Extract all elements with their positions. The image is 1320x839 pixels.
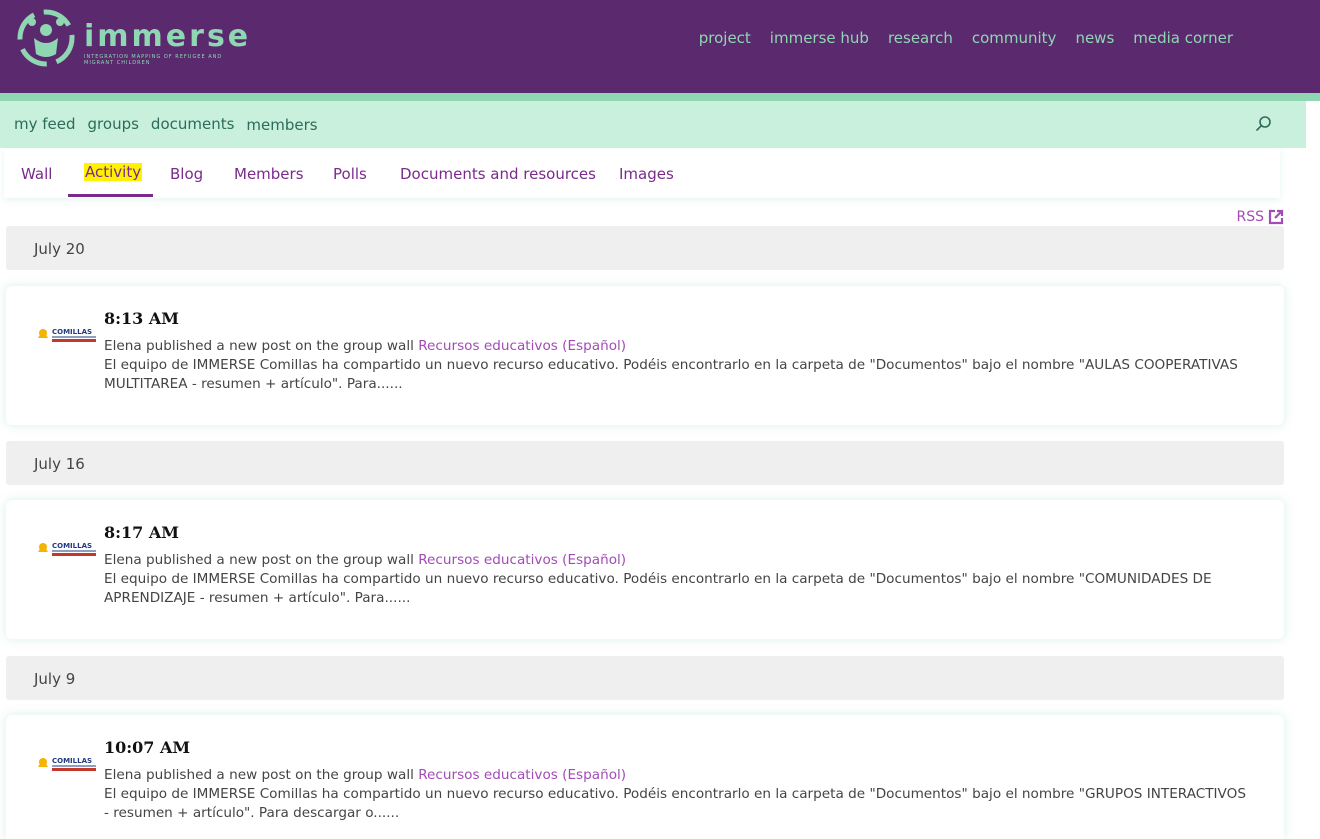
group-link[interactable]: Recursos educativos (Español) — [418, 767, 626, 783]
date-label: July 16 — [34, 455, 85, 473]
sub-nav-bar: my feed groups documents members — [0, 101, 1306, 148]
tab-documents-and-resources[interactable]: Documents and resources — [400, 165, 596, 183]
tab-activity[interactable]: Activity — [84, 163, 143, 181]
group-tabs: Wall Activity Blog Members Polls Documen… — [4, 149, 1280, 198]
sub-nav: my feed groups documents members — [14, 115, 330, 134]
rss-label: RSS — [1236, 209, 1264, 225]
tab-members[interactable]: Members — [234, 165, 304, 183]
subnav-documents[interactable]: documents — [151, 115, 235, 133]
activity-body: Elena published a new post on the group … — [104, 766, 1254, 823]
nav-media-corner[interactable]: media corner — [1133, 29, 1233, 47]
activity-card: COMILLAS 8:17 AM Elena published a new p… — [6, 500, 1284, 639]
activity-excerpt: El equipo de IMMERSE Comillas ha compart… — [104, 357, 1238, 392]
activity-actor: Elena published a new post on the group … — [104, 338, 414, 354]
activity-body: Elena published a new post on the group … — [104, 337, 1254, 394]
subnav-my-feed[interactable]: my feed — [14, 115, 76, 133]
activity-summary: Elena published a new post on the group … — [104, 337, 1254, 356]
svg-text:COMILLAS: COMILLAS — [52, 757, 92, 765]
comillas-avatar[interactable]: COMILLAS — [36, 538, 98, 560]
subnav-groups[interactable]: groups — [88, 115, 139, 133]
activity-excerpt: El equipo de IMMERSE Comillas ha compart… — [104, 571, 1212, 606]
site-header: immerse INTEGRATION MAPPING OF REFUGEE A… — [0, 0, 1320, 93]
date-label: July 9 — [34, 670, 76, 688]
activity-actor: Elena published a new post on the group … — [104, 767, 414, 783]
activity-time: 8:13 AM — [104, 309, 179, 328]
activity-body: Elena published a new post on the group … — [104, 551, 1254, 608]
activity-card: COMILLAS 8:13 AM Elena published a new p… — [6, 286, 1284, 425]
comillas-avatar[interactable]: COMILLAS — [36, 324, 98, 346]
rss-link[interactable]: RSS — [1236, 209, 1284, 225]
tab-polls[interactable]: Polls — [333, 165, 367, 183]
date-label: July 20 — [34, 240, 85, 258]
activity-summary: Elena published a new post on the group … — [104, 766, 1254, 785]
immerse-logo-icon[interactable] — [16, 8, 76, 68]
nav-immerse-hub[interactable]: immerse hub — [770, 29, 869, 47]
svg-text:COMILLAS: COMILLAS — [52, 328, 92, 336]
activity-excerpt: El equipo de IMMERSE Comillas ha compart… — [104, 786, 1246, 821]
brand-tagline: INTEGRATION MAPPING OF REFUGEE AND MIGRA… — [84, 54, 223, 66]
tab-activity-label: Activity — [84, 163, 143, 181]
header-accent-line — [0, 93, 1320, 101]
subnav-members[interactable]: members — [246, 116, 317, 134]
tab-images[interactable]: Images — [619, 165, 674, 183]
date-separator: July 9 — [6, 656, 1284, 700]
activity-time: 10:07 AM — [104, 738, 191, 757]
brand-name[interactable]: immerse — [84, 19, 251, 54]
group-link[interactable]: Recursos educativos (Español) — [418, 338, 626, 354]
main-nav: project immerse hub research community n… — [699, 29, 1233, 47]
tab-blog[interactable]: Blog — [170, 165, 203, 183]
svg-text:COMILLAS: COMILLAS — [52, 542, 92, 550]
search-icon[interactable] — [1255, 115, 1273, 133]
active-tab-indicator — [68, 194, 153, 197]
nav-project[interactable]: project — [699, 29, 751, 47]
activity-card: COMILLAS 10:07 AM Elena published a new … — [6, 715, 1284, 839]
external-link-icon — [1268, 209, 1284, 225]
nav-research[interactable]: research — [888, 29, 953, 47]
date-separator: July 16 — [6, 441, 1284, 485]
date-separator: July 20 — [6, 226, 1284, 270]
comillas-avatar[interactable]: COMILLAS — [36, 753, 98, 775]
activity-actor: Elena published a new post on the group … — [104, 552, 414, 568]
nav-news[interactable]: news — [1075, 29, 1114, 47]
group-link[interactable]: Recursos educativos (Español) — [418, 552, 626, 568]
nav-community[interactable]: community — [972, 29, 1057, 47]
activity-summary: Elena published a new post on the group … — [104, 551, 1254, 570]
activity-time: 8:17 AM — [104, 523, 179, 542]
tab-wall[interactable]: Wall — [21, 165, 52, 183]
